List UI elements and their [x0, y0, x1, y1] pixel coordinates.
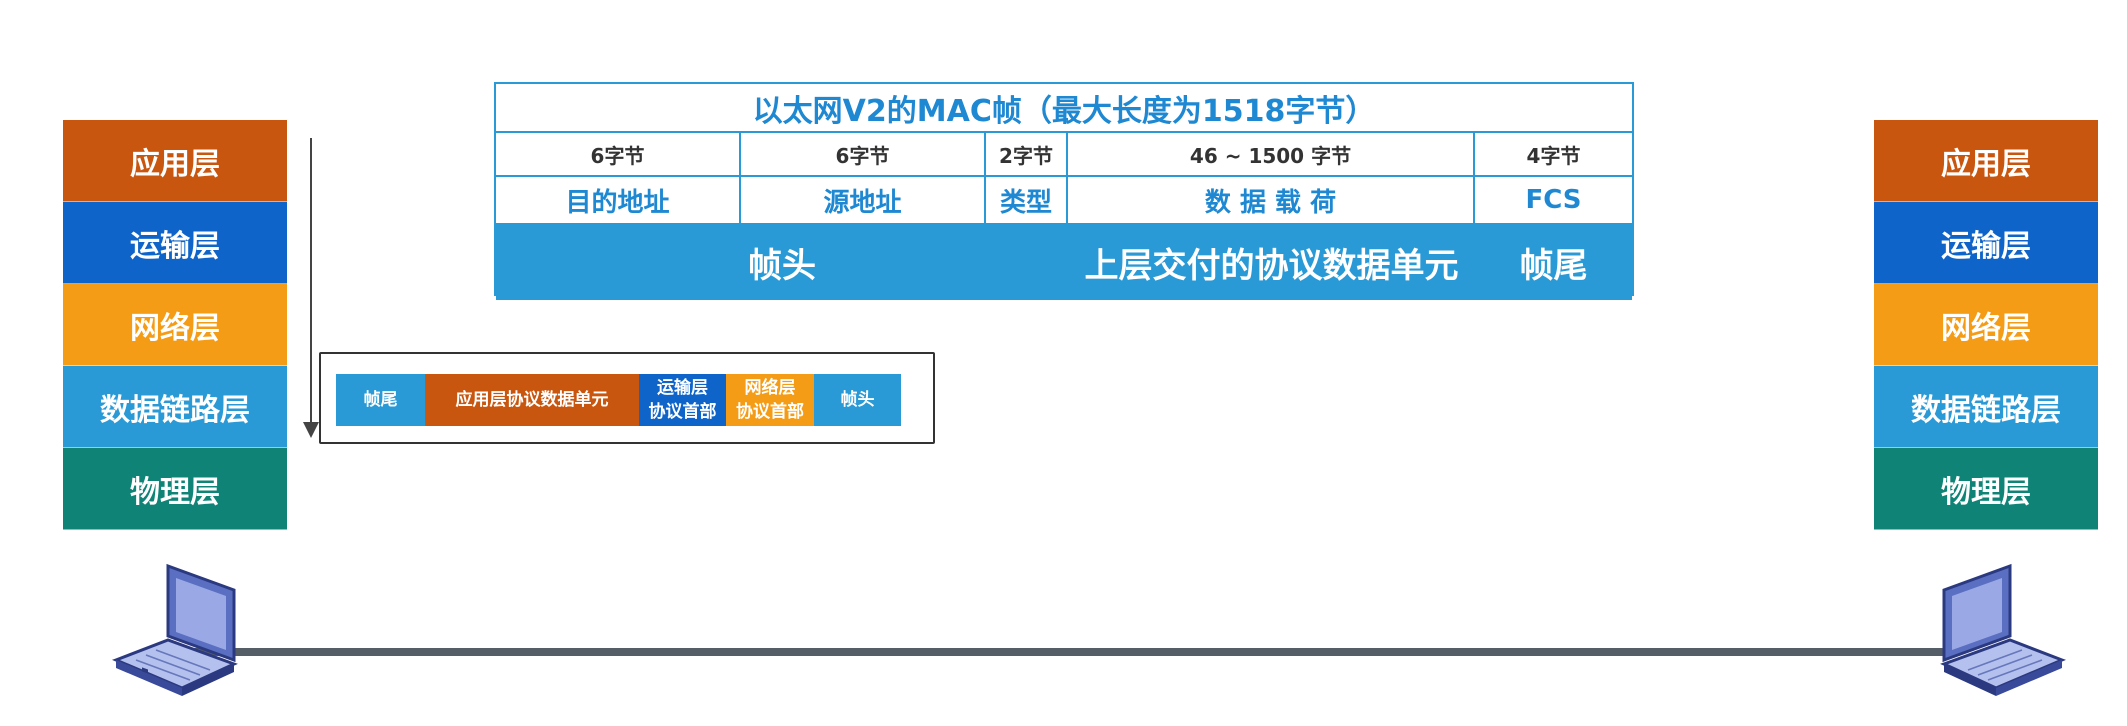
- type-field: 类型: [986, 177, 1068, 223]
- laptop-icon: [111, 563, 238, 696]
- right-physical-layer: 物理层: [1874, 448, 2098, 530]
- left-application-layer: 应用层: [63, 120, 287, 202]
- transport-header-line1: 运输层: [657, 378, 708, 398]
- network-header-line1: 网络层: [744, 378, 796, 398]
- fcs-size: 4字节: [1526, 143, 1581, 168]
- frame-head-block: 帧头: [814, 374, 901, 426]
- src-size: 6字节: [741, 133, 986, 175]
- left-physical-layer: 物理层: [63, 448, 287, 530]
- field-name-row: 目的地址 源地址 类型 数 据 载 荷 FCS: [496, 177, 1632, 225]
- app-pdu-block: 应用层协议数据单元: [425, 374, 639, 426]
- src-address-field: 源地址: [741, 177, 986, 223]
- frame-structure-bar: 帧头 上层交付的协议数据单元 帧尾: [496, 225, 1632, 300]
- dest-address-field: 目的地址: [496, 177, 741, 223]
- right-datalink-layer: 数据链路层: [1874, 366, 2098, 448]
- upper-pdu-label: 上层交付的协议数据单元: [1084, 246, 1459, 286]
- right-application-layer: 应用层: [1874, 120, 2098, 202]
- encapsulated-frame: 帧尾 应用层协议数据单元 运输层 协议首部 网络层 协议首部 帧头: [336, 374, 901, 426]
- fcs-field: FCS: [1525, 185, 1582, 215]
- left-protocol-stack: 应用层 运输层 网络层 数据链路层 物理层: [63, 120, 287, 530]
- encapsulated-frame-box: 帧尾 应用层协议数据单元 运输层 协议首部 网络层 协议首部 帧头: [319, 352, 935, 444]
- down-arrow-icon: [303, 138, 319, 438]
- right-protocol-stack: 应用层 运输层 网络层 数据链路层 物理层: [1874, 120, 2098, 530]
- left-network-layer: 网络层: [63, 284, 287, 366]
- mac-frame-table: 以太网V2的MAC帧（最大长度为1518字节） 6字节 6字节 2字节 46 ~…: [494, 82, 1634, 300]
- payload-field: 数 据 载 荷: [1068, 177, 1475, 223]
- transport-header-line2: 协议首部: [648, 402, 717, 422]
- frame-tail-block: 帧尾: [336, 374, 425, 426]
- laptop-icon: [1940, 563, 2067, 696]
- dest-size: 6字节: [496, 133, 741, 175]
- network-header-line2: 协议首部: [736, 402, 804, 422]
- transport-header-block: 运输层 协议首部: [639, 374, 726, 426]
- field-size-row: 6字节 6字节 2字节 46 ~ 1500 字节 4字节: [496, 133, 1632, 177]
- mac-frame-title: 以太网V2的MAC帧（最大长度为1518字节）: [496, 84, 1632, 133]
- transmission-link: [180, 648, 1960, 656]
- frame-head-label: 帧头: [748, 246, 816, 286]
- type-size: 2字节: [986, 133, 1068, 175]
- right-transport-layer: 运输层: [1874, 202, 2098, 284]
- frame-tail-label: 帧尾: [1519, 246, 1588, 286]
- payload-size: 46 ~ 1500 字节: [1068, 133, 1475, 175]
- left-datalink-layer: 数据链路层: [63, 366, 287, 448]
- right-network-layer: 网络层: [1874, 284, 2098, 366]
- network-header-block: 网络层 协议首部: [726, 374, 814, 426]
- left-transport-layer: 运输层: [63, 202, 287, 284]
